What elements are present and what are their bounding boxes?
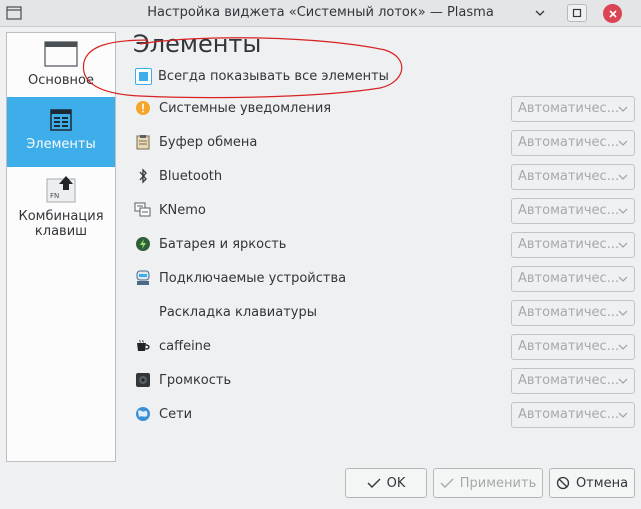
list-item: Буфер обмена Автоматичес... [133,125,635,159]
blank-icon [133,302,153,322]
list-item: Bluetooth Автоматичес... [133,159,635,193]
fn-key-icon: FN [46,176,76,203]
visibility-dropdown[interactable]: Автоматичес... [511,300,635,326]
show-all-checkbox[interactable] [135,68,152,85]
list-item: Подключаемые устройства Автоматичес... [133,261,635,295]
visibility-dropdown[interactable]: Автоматичес... [511,266,635,292]
list-item: KNemo Автоматичес... [133,193,635,227]
apply-button[interactable]: Применить [433,468,543,498]
svg-text:FN: FN [50,192,59,200]
sidebar-item-general[interactable]: Основное [7,37,115,97]
clipboard-icon [133,132,153,152]
network-icon [133,404,153,424]
item-name: Громкость [159,372,232,388]
chevron-down-icon [618,378,628,384]
chevron-down-icon [618,140,628,146]
apply-label: Применить [459,475,537,491]
close-button[interactable] [603,4,622,23]
chevron-down-icon [618,208,628,214]
item-name: caffeine [159,338,211,354]
bluetooth-icon [133,166,153,186]
item-name: Подключаемые устройства [159,270,347,286]
cancel-icon [556,476,570,490]
speaker-icon [133,370,153,390]
checkmark-icon [440,478,454,488]
dropdown-value: Автоматичес... [518,407,620,422]
sidebar-item-label: Элементы [26,137,96,152]
dropdown-value: Автоматичес... [518,373,620,388]
device-icon [133,268,153,288]
chevron-down-icon [618,412,628,418]
visibility-dropdown[interactable]: Автоматичес... [511,198,635,224]
item-name: Раскладка клавиатуры [159,304,318,320]
cancel-button[interactable]: Отмена [549,468,635,498]
dropdown-value: Автоматичес... [518,203,620,218]
chevron-down-icon [618,242,628,248]
chevron-down-icon [618,310,628,316]
show-all-option[interactable]: Всегда показывать все элементы [135,68,389,85]
sidebar-item-label: Основное [28,73,94,88]
visibility-dropdown[interactable]: Автоматичес... [511,96,635,122]
title-bar: Настройка виджета «Системный лоток» — Pl… [0,0,641,27]
chevron-down-icon [618,106,628,112]
chevron-down-icon [618,344,628,350]
item-name: Сети [159,406,193,422]
item-name: Буфер обмена [159,134,258,150]
item-name: Батарея и яркость [159,236,287,252]
network-monitor-icon [133,200,153,220]
battery-icon [133,234,153,254]
tray-items-list: Системные уведомления Автоматичес... Буф… [133,91,635,431]
dropdown-value: Автоматичес... [518,305,620,320]
coffee-cup-icon [133,336,153,356]
dropdown-value: Автоматичес... [518,169,620,184]
ok-label: OK [386,475,406,491]
show-all-label: Всегда показывать все элементы [158,69,389,84]
chevron-down-icon [618,174,628,180]
dropdown-value: Автоматичес... [518,339,620,354]
dropdown-value: Автоматичес... [518,237,620,252]
window-settings-icon [44,41,78,67]
sidebar-item-label: Комбинация клавиш [18,209,104,239]
list-item: caffeine Автоматичес... [133,329,635,363]
visibility-dropdown[interactable]: Автоматичес... [511,334,635,360]
visibility-dropdown[interactable]: Автоматичес... [511,232,635,258]
visibility-dropdown[interactable]: Автоматичес... [511,368,635,394]
page-title: Элементы [133,30,262,58]
minimize-button[interactable] [530,4,550,22]
chevron-down-icon [618,276,628,282]
visibility-dropdown[interactable]: Автоматичес... [511,402,635,428]
close-icon [608,9,617,18]
list-item: Громкость Автоматичес... [133,363,635,397]
dropdown-value: Автоматичес... [518,271,620,286]
maximize-icon [572,8,582,18]
dropdown-value: Автоматичес... [518,101,620,116]
list-window-icon [50,109,72,131]
item-name: KNemo [159,202,206,218]
maximize-button[interactable] [567,4,587,22]
list-item: Батарея и яркость Автоматичес... [133,227,635,261]
item-name: Системные уведомления [159,100,332,116]
visibility-dropdown[interactable]: Автоматичес... [511,164,635,190]
visibility-dropdown[interactable]: Автоматичес... [511,130,635,156]
sidebar-item-elements[interactable]: Элементы [7,97,115,167]
item-name: Bluetooth [159,168,223,184]
cancel-label: Отмена [575,475,629,491]
minimize-icon [535,10,545,16]
ok-button[interactable]: OK [345,468,427,498]
checkmark-icon [367,478,381,488]
list-item: Сети Автоматичес... [133,397,635,431]
notifications-icon [133,98,153,118]
list-item: Системные уведомления Автоматичес... [133,91,635,125]
sidebar: Основное Элементы FN Комбинация клавиш [6,32,116,462]
list-item: Раскладка клавиатуры Автоматичес... [133,295,635,329]
sidebar-item-shortcuts[interactable]: FN Комбинация клавиш [7,169,115,249]
dropdown-value: Автоматичес... [518,135,620,150]
